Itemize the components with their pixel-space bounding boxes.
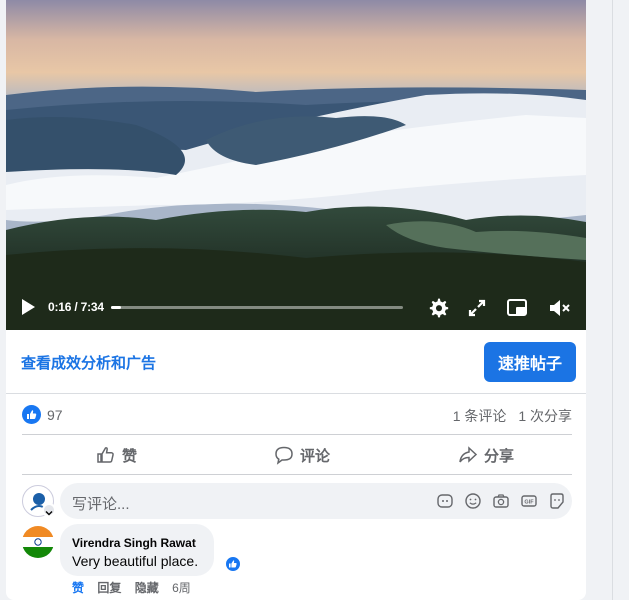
comment-timestamp[interactable]: 6周 [172,581,191,595]
video-frame [6,0,586,330]
post-card: 0:16 / 7:34 查看成效分析和广告 速推帖子 97 1 条评论 1 次分… [6,0,586,600]
insights-link[interactable]: 查看成效分析和广告 [21,352,156,373]
chevron-down-icon[interactable] [42,503,56,517]
avatar-sticker-icon[interactable] [548,492,566,510]
video-player[interactable]: 0:16 / 7:34 [6,0,586,330]
video-controls: 0:16 / 7:34 [6,288,586,328]
play-icon[interactable] [20,298,36,316]
mute-icon[interactable] [548,297,572,319]
video-time: 0:16 / 7:34 [48,300,104,314]
like-button[interactable]: 赞 [96,436,137,474]
like-label: 赞 [122,447,138,465]
progress-fill [111,306,122,309]
comment-count[interactable]: 1 条评论 [453,408,507,424]
like-count[interactable]: 97 [47,407,63,423]
page-background-right [588,0,629,600]
comment-item: Virendra Singh Rawat Very beautiful plac… [22,524,572,600]
action-bar: 赞 评论 分享 [22,436,572,474]
camera-icon[interactable] [492,492,510,510]
share-label: 分享 [484,447,515,465]
gif-icon[interactable]: GIF [520,492,538,510]
comment-label: 评论 [300,447,331,465]
engagement-counts: 1 条评论 1 次分享 [445,406,572,426]
like-icon [97,447,114,463]
comment-like-button[interactable]: 赞 [72,581,84,595]
sticker-icon[interactable] [436,492,454,510]
comment-button[interactable]: 评论 [274,436,330,474]
pip-icon[interactable] [506,298,528,318]
promo-bar: 查看成效分析和广告 速推帖子 [6,330,586,394]
progress-bar[interactable] [111,306,403,309]
divider [22,474,572,475]
fullscreen-icon[interactable] [467,298,487,318]
emoji-icon[interactable] [464,492,482,510]
share-count[interactable]: 1 次分享 [518,408,572,424]
comment-composer: 写评论... GIF [22,483,572,519]
svg-text:GIF: GIF [524,500,534,506]
avatar[interactable] [22,526,54,558]
comment-icon [275,446,293,465]
comment-bubble: Virendra Singh Rawat Very beautiful plac… [60,524,214,576]
settings-icon[interactable] [428,297,450,319]
divider [22,434,572,435]
comment-author[interactable]: Virendra Singh Rawat [72,536,196,550]
comment-reply-button[interactable]: 回复 [97,581,121,595]
comment-placeholder: 写评论... [72,496,130,513]
comment-text: Very beautiful place. [72,553,199,569]
share-button[interactable]: 分享 [458,436,514,474]
comment-hide-button[interactable]: 隐藏 [135,581,159,595]
like-reaction-icon[interactable] [224,555,242,573]
boost-post-button[interactable]: 速推帖子 [484,342,576,382]
comment-input[interactable]: 写评论... GIF [60,483,572,519]
like-reaction-icon[interactable] [22,405,41,424]
share-icon [459,446,478,463]
scrollbar-track[interactable] [612,0,613,600]
comment-actions: 赞 回复 隐藏 6周 [72,579,201,596]
reaction-stats: 97 1 条评论 1 次分享 [22,396,572,434]
